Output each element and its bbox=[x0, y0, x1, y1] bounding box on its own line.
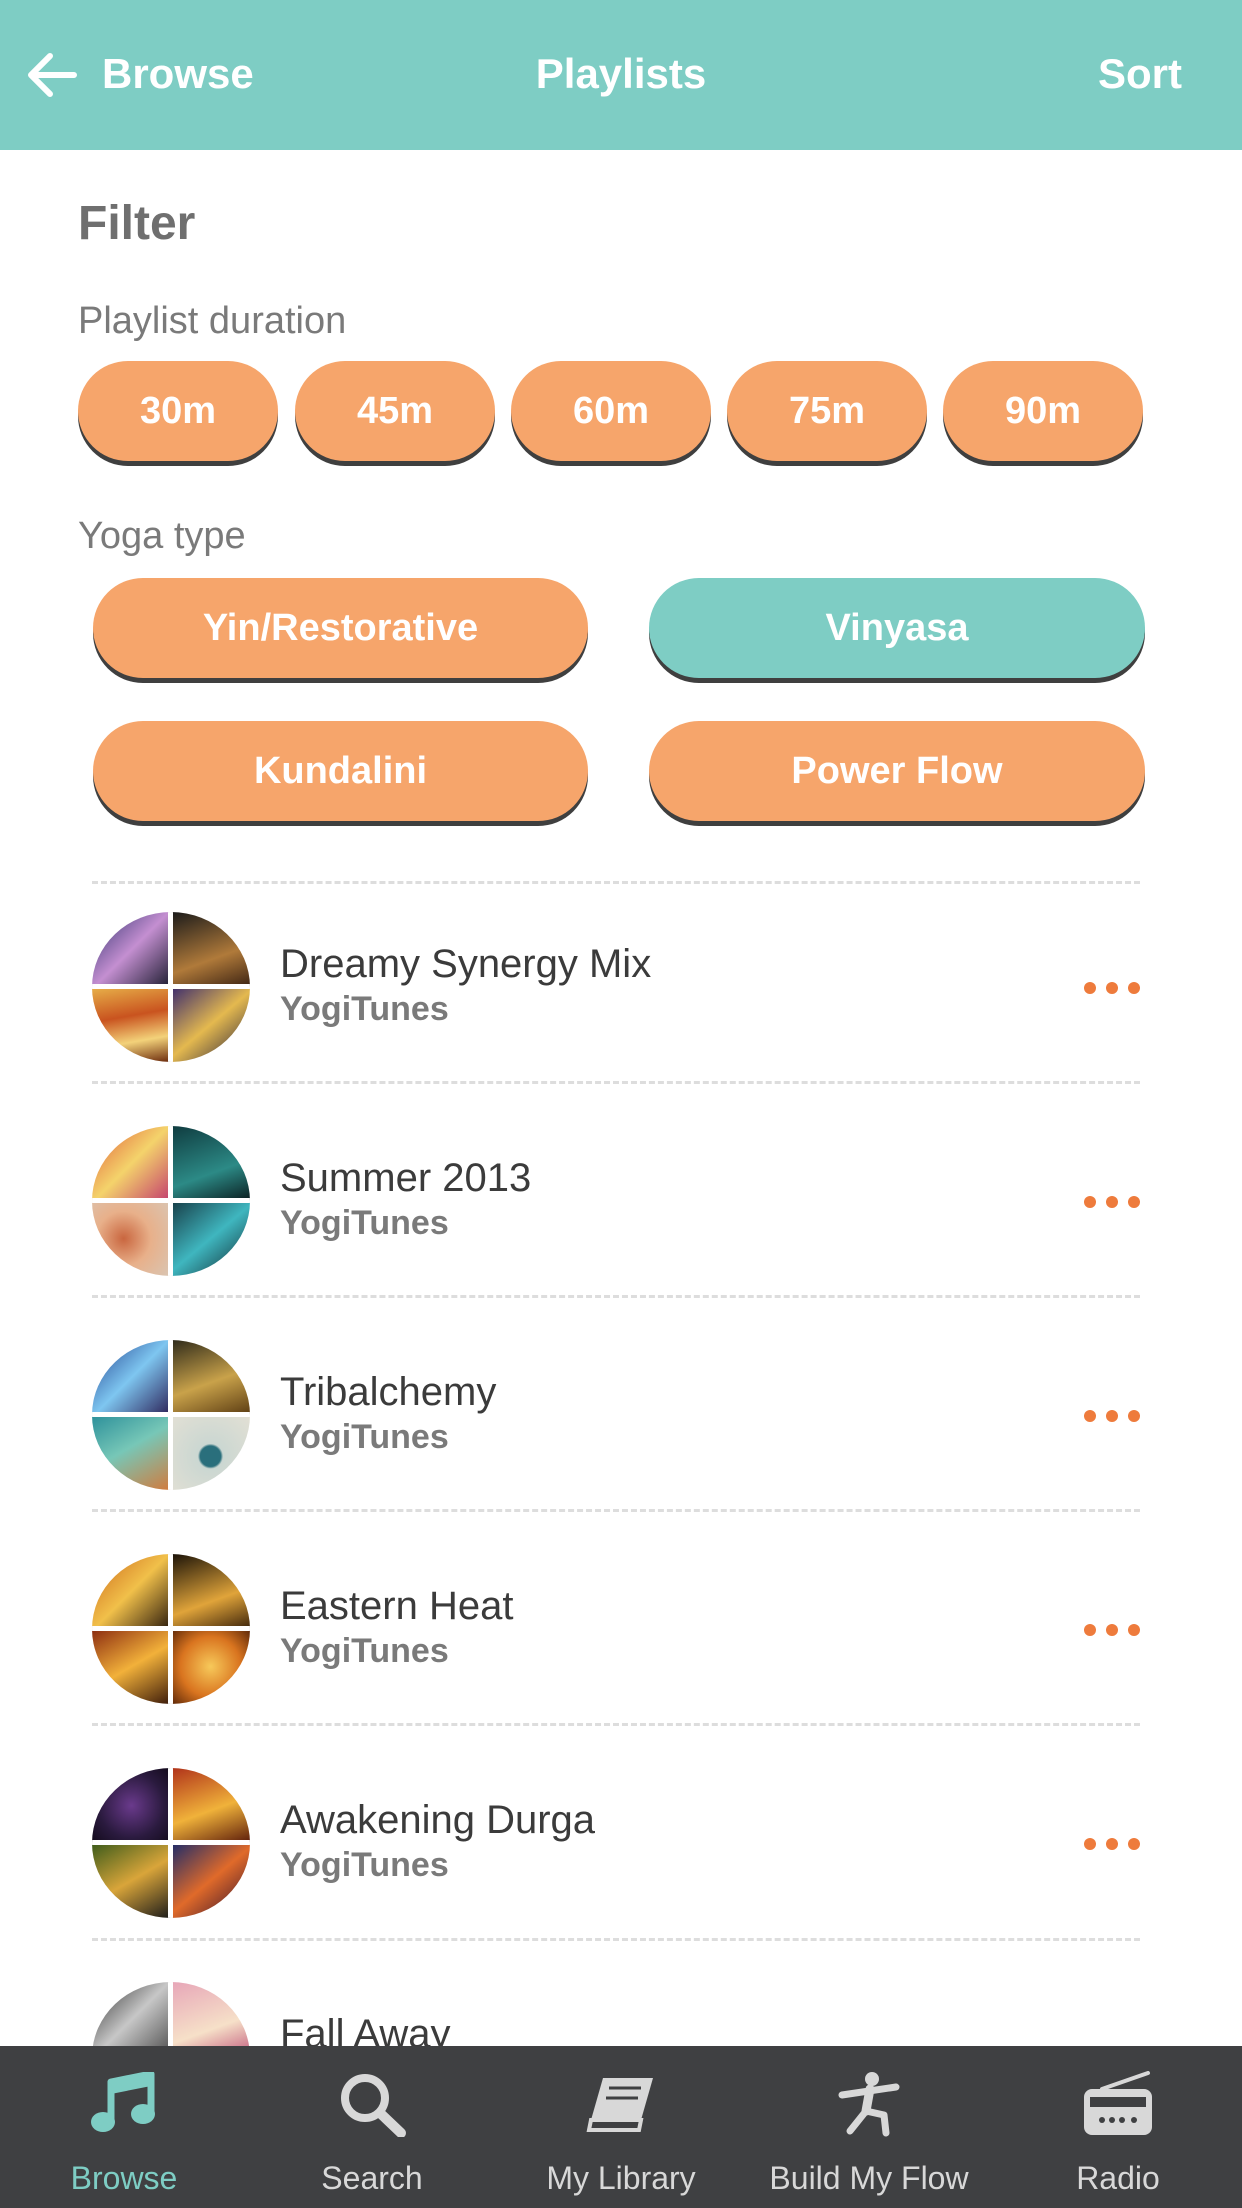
music-note-icon bbox=[0, 2068, 248, 2140]
playlist-row[interactable]: Dreamy Synergy Mix YogiTunes bbox=[92, 882, 1140, 1096]
playlist-title: Awakening Durga bbox=[280, 1798, 596, 1842]
more-options-icon[interactable] bbox=[1084, 1612, 1140, 1648]
duration-pill-45m[interactable]: 45m bbox=[295, 361, 495, 461]
radio-icon bbox=[994, 2068, 1242, 2140]
playlist-owner: YogiTunes bbox=[280, 1632, 449, 1670]
playlist-row[interactable]: Summer 2013 YogiTunes bbox=[92, 1096, 1140, 1310]
playlist-title: Dreamy Synergy Mix bbox=[280, 942, 652, 986]
list-divider bbox=[92, 1295, 1140, 1298]
nav-my-library[interactable]: My Library bbox=[497, 2046, 745, 2208]
yoga-type-kundalini[interactable]: Kundalini bbox=[93, 721, 588, 821]
playlist-row[interactable]: Awakening Durga YogiTunes bbox=[92, 1738, 1140, 1952]
more-options-icon[interactable] bbox=[1084, 970, 1140, 1006]
nav-browse[interactable]: Browse bbox=[0, 2046, 248, 2208]
nav-build-my-flow-label: Build My Flow bbox=[769, 2160, 969, 2196]
duration-pill-90m[interactable]: 90m bbox=[943, 361, 1143, 461]
playlist-artwork bbox=[92, 1554, 250, 1704]
list-divider bbox=[92, 1938, 1140, 1941]
nav-search[interactable]: Search bbox=[248, 2046, 496, 2208]
yoga-type-yin-restorative[interactable]: Yin/Restorative bbox=[93, 578, 588, 678]
playlist-owner: YogiTunes bbox=[280, 1204, 449, 1242]
page-title: Playlists bbox=[535, 50, 707, 97]
list-divider bbox=[92, 1081, 1140, 1084]
nav-search-label: Search bbox=[321, 2160, 423, 2196]
filter-heading: Filter bbox=[78, 197, 196, 250]
playlist-title: Eastern Heat bbox=[280, 1584, 514, 1628]
list-divider bbox=[92, 1509, 1140, 1512]
playlist-owner: YogiTunes bbox=[280, 1418, 449, 1456]
playlist-artwork bbox=[92, 1340, 250, 1490]
more-options-icon[interactable] bbox=[1084, 1184, 1140, 1220]
playlist-owner: YogiTunes bbox=[280, 990, 449, 1028]
yoga-type-label: Yoga type bbox=[78, 515, 246, 557]
playlist-title: Summer 2013 bbox=[280, 1156, 532, 1200]
playlist-artwork bbox=[92, 912, 250, 1062]
playlist-artwork bbox=[92, 1126, 250, 1276]
playlist-title: Tribalchemy bbox=[280, 1370, 497, 1414]
nav-my-library-label: My Library bbox=[546, 2160, 696, 2196]
nav-radio[interactable]: Radio bbox=[994, 2046, 1242, 2208]
nav-radio-label: Radio bbox=[1076, 2160, 1160, 2196]
bottom-navigation: Browse Search My Library Build My Flow R… bbox=[0, 2046, 1242, 2208]
duration-pill-60m[interactable]: 60m bbox=[511, 361, 711, 461]
list-divider bbox=[92, 1723, 1140, 1726]
nav-browse-label: Browse bbox=[70, 2160, 178, 2196]
yoga-type-vinyasa[interactable]: Vinyasa bbox=[649, 578, 1145, 678]
more-options-icon[interactable] bbox=[1084, 1398, 1140, 1434]
playlist-artwork bbox=[92, 1768, 250, 1918]
playlist-row[interactable]: Eastern Heat YogiTunes bbox=[92, 1524, 1140, 1738]
duration-pill-30m[interactable]: 30m bbox=[78, 361, 278, 461]
book-icon bbox=[497, 2068, 745, 2140]
duration-label: Playlist duration bbox=[78, 300, 347, 342]
top-bar: Browse Playlists Sort bbox=[0, 0, 1242, 150]
playlist-owner: YogiTunes bbox=[280, 1846, 449, 1884]
nav-build-my-flow[interactable]: Build My Flow bbox=[745, 2046, 993, 2208]
yoga-type-power-flow[interactable]: Power Flow bbox=[649, 721, 1145, 821]
playlist-row[interactable]: Tribalchemy YogiTunes bbox=[92, 1310, 1140, 1524]
search-icon bbox=[248, 2068, 496, 2140]
more-options-icon[interactable] bbox=[1084, 1826, 1140, 1862]
yoga-pose-icon bbox=[745, 2068, 993, 2140]
duration-pill-75m[interactable]: 75m bbox=[727, 361, 927, 461]
sort-button[interactable]: Sort bbox=[1098, 50, 1182, 98]
